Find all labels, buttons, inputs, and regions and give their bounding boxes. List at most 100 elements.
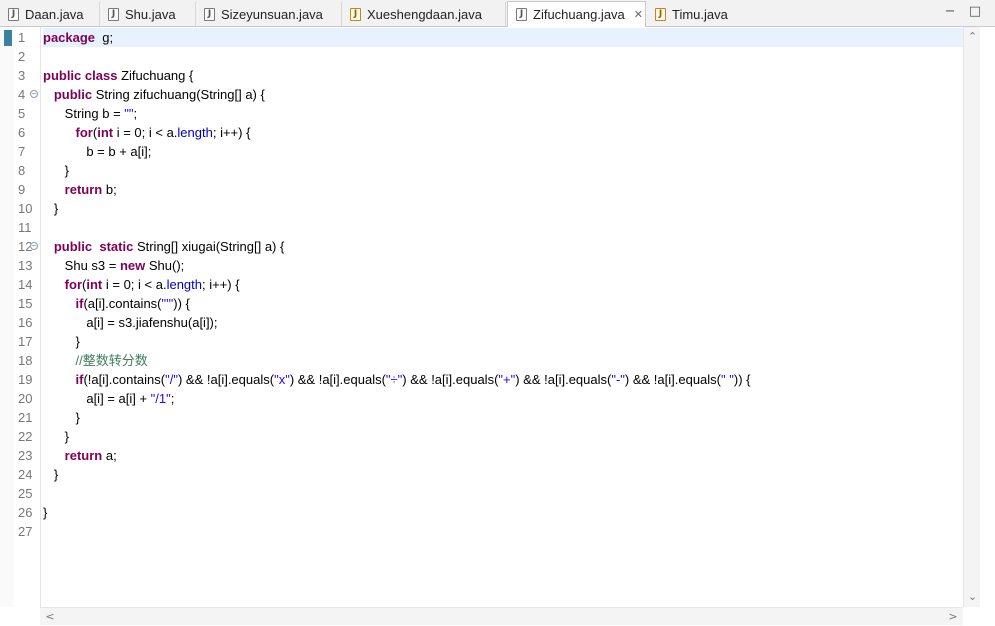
java-file-icon: J bbox=[8, 7, 19, 21]
code-token: Shu(); bbox=[145, 258, 185, 273]
code-token: ; i++) { bbox=[202, 277, 240, 292]
code-token: String[] xiugai(String[] a) { bbox=[133, 239, 285, 254]
code-line[interactable] bbox=[43, 522, 963, 541]
tab-label: Timu.java bbox=[672, 6, 728, 22]
code-token: class bbox=[84, 68, 118, 83]
code-token: //整数转分数 bbox=[75, 353, 148, 368]
code-token: i = 0; i < a. bbox=[113, 125, 178, 140]
java-file-icon: J bbox=[204, 7, 215, 21]
line-number: 8 bbox=[18, 163, 26, 178]
minimize-icon[interactable]: − bbox=[943, 5, 957, 19]
code-line[interactable]: String b = ""; bbox=[43, 104, 963, 123]
vertical-scrollbar[interactable]: ⌃ ⌄ bbox=[963, 27, 981, 607]
code-line[interactable]: public String zifuchuang(String[] a) { bbox=[43, 85, 963, 104]
tab-daan[interactable]: J Daan.java bbox=[0, 2, 100, 26]
line-number: 15 bbox=[18, 296, 33, 311]
code-line[interactable]: } bbox=[43, 332, 963, 351]
code-line[interactable]: for(int i = 0; i < a.length; i++) { bbox=[43, 275, 963, 294]
code-token: "+" bbox=[498, 372, 516, 387]
editor-edge bbox=[980, 27, 995, 624]
code-line[interactable]: } bbox=[43, 503, 963, 522]
code-editor[interactable]: 1 2 3 4−5 6 7 8 9 10 11 12−13 14 15 16 17 18 19 20 21 22 23 2… bbox=[0, 27, 995, 626]
code-token: (a[i].contains( bbox=[83, 296, 162, 311]
line-number: 6 bbox=[18, 125, 26, 140]
code-token: )) { bbox=[733, 372, 751, 387]
code-line[interactable]: b = b + a[i]; bbox=[43, 142, 963, 161]
tab-zifuchuang[interactable]: J Zifuchuang.java ✕ bbox=[507, 1, 646, 27]
code-line[interactable]: } bbox=[43, 465, 963, 484]
code-token: )) { bbox=[173, 296, 190, 311]
line-number: 17 bbox=[18, 334, 33, 349]
code-line[interactable]: a[i] = s3.jiafenshu(a[i]); bbox=[43, 313, 963, 332]
code-line[interactable]: } bbox=[43, 199, 963, 218]
tab-timu[interactable]: J Timu.java bbox=[647, 2, 733, 26]
code-token: package bbox=[43, 30, 96, 45]
code-token: ) && !a[i].equals( bbox=[177, 372, 275, 387]
java-file-icon: J bbox=[108, 7, 119, 21]
code-line[interactable]: Shu s3 = new Shu(); bbox=[43, 256, 963, 275]
code-line[interactable] bbox=[43, 47, 963, 66]
tab-label: Sizeyunsuan.java bbox=[221, 6, 323, 22]
code-token: new bbox=[119, 258, 146, 273]
tab-label: Xueshengdaan.java bbox=[367, 6, 482, 22]
code-line[interactable]: if(!a[i].contains("/") && !a[i].equals("… bbox=[43, 370, 963, 389]
code-token: a[i] = a[i] + bbox=[43, 391, 151, 406]
code-line[interactable]: } bbox=[43, 427, 963, 446]
code-token: } bbox=[43, 201, 59, 216]
line-number: 21 bbox=[18, 410, 33, 425]
scroll-right-icon[interactable]: > bbox=[945, 608, 961, 625]
code-area[interactable]: package g; public class Zifuchuang { publ… bbox=[43, 27, 963, 607]
code-line[interactable]: package g; bbox=[43, 28, 963, 47]
code-line[interactable] bbox=[43, 484, 963, 503]
code-token: i = 0; i < a. bbox=[102, 277, 167, 292]
code-line[interactable]: //整数转分数 bbox=[43, 351, 963, 370]
line-number: 11 bbox=[18, 220, 32, 235]
code-token: g; bbox=[95, 30, 114, 45]
code-line[interactable]: for(int i = 0; i < a.length; i++) { bbox=[43, 123, 963, 142]
code-line[interactable]: a[i] = a[i] + "/1"; bbox=[43, 389, 963, 408]
code-token: } bbox=[43, 467, 59, 482]
code-line[interactable]: } bbox=[43, 161, 963, 180]
fold-collapse-icon[interactable]: − bbox=[30, 242, 38, 250]
tab-label: Daan.java bbox=[25, 6, 84, 22]
tab-sizeyunsuan[interactable]: J Sizeyunsuan.java bbox=[196, 2, 342, 26]
code-token: Zifuchuang { bbox=[117, 68, 194, 83]
tab-xueshengdaan[interactable]: J Xueshengdaan.java bbox=[342, 2, 506, 26]
tab-label: Shu.java bbox=[125, 6, 176, 22]
scroll-left-icon[interactable]: < bbox=[42, 608, 58, 625]
code-token: ; bbox=[133, 106, 138, 121]
line-number: 16 bbox=[18, 315, 33, 330]
fold-collapse-icon[interactable]: − bbox=[30, 90, 38, 98]
code-token: public bbox=[53, 87, 93, 102]
maximize-icon[interactable]: □ bbox=[968, 5, 982, 19]
scroll-up-icon[interactable]: ⌃ bbox=[964, 29, 981, 45]
line-number: 25 bbox=[18, 486, 33, 501]
code-token: } bbox=[43, 429, 70, 444]
close-tab-icon[interactable]: ✕ bbox=[634, 8, 643, 21]
code-line[interactable]: public class Zifuchuang { bbox=[43, 66, 963, 85]
code-token: ) && !a[i].equals( bbox=[402, 372, 499, 387]
code-token: ) && !a[i].equals( bbox=[515, 372, 612, 387]
code-token: Shu s3 = bbox=[43, 258, 120, 273]
code-line[interactable]: public static String[] xiugai(String[] a… bbox=[43, 237, 963, 256]
tab-shu[interactable]: J Shu.java bbox=[100, 2, 196, 26]
java-file-icon: J bbox=[516, 8, 527, 21]
code-line[interactable] bbox=[43, 218, 963, 237]
code-token: static bbox=[99, 239, 134, 254]
code-token: b; bbox=[102, 182, 117, 197]
code-line[interactable]: } bbox=[43, 408, 963, 427]
code-token: } bbox=[43, 163, 70, 178]
code-line[interactable]: if(a[i].contains("'")) { bbox=[43, 294, 963, 313]
horizontal-scrollbar[interactable]: < > bbox=[40, 607, 963, 625]
code-line[interactable]: return a; bbox=[43, 446, 963, 465]
line-number: 9 bbox=[18, 182, 26, 197]
line-number: 24 bbox=[18, 467, 33, 482]
code-line[interactable]: return b; bbox=[43, 180, 963, 199]
line-number: 1 bbox=[18, 30, 26, 45]
scroll-down-icon[interactable]: ⌄ bbox=[964, 589, 981, 605]
code-token: " " bbox=[721, 372, 734, 387]
